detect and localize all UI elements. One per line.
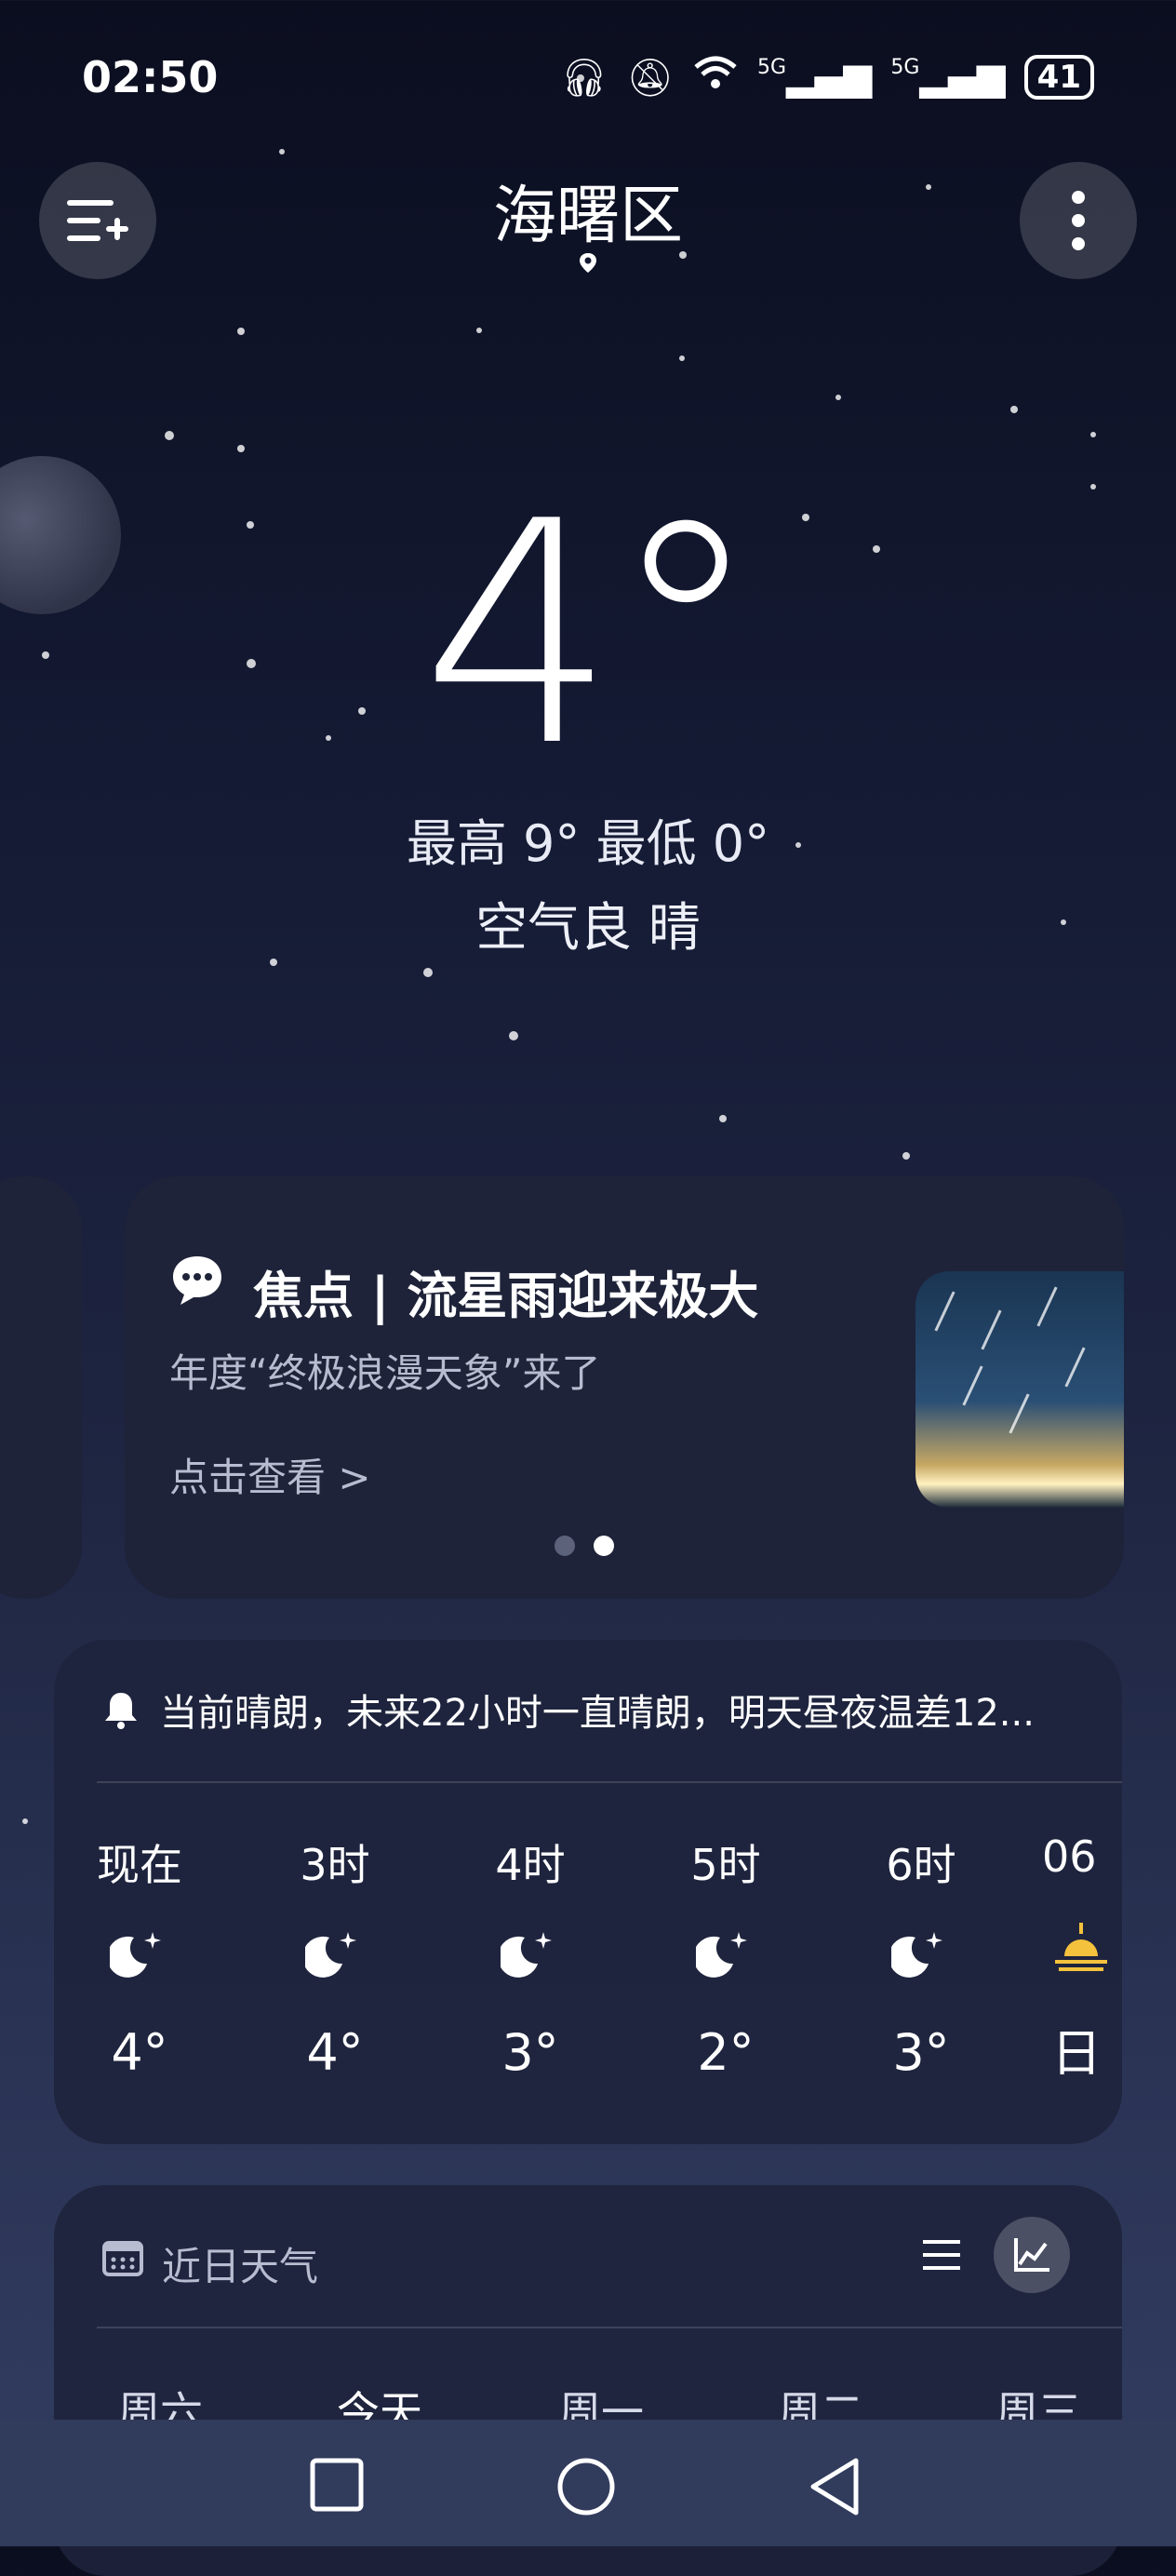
focus-title: 焦点 | 流星雨迎来极大 (253, 1267, 759, 1325)
battery-indicator: 41 (1023, 55, 1094, 100)
hour-column[interactable]: 现在 4° (74, 1831, 205, 2082)
mute-bell-icon: 🔕︎ (626, 56, 674, 100)
bell-icon (105, 1693, 137, 1729)
hour-column[interactable]: 3时 4° (270, 1831, 400, 2082)
moon-stars-icon (302, 1932, 356, 1978)
hour-column-partial[interactable]: 06 日 (1042, 1831, 1122, 2086)
air-quality-weather[interactable]: 空气良 晴 (0, 886, 1176, 961)
view-details-link[interactable]: 点击查看 > (169, 1446, 371, 1503)
recent-weather-title: 近日天气 (162, 2244, 319, 2289)
divider (97, 2327, 1122, 2328)
list-view-button[interactable] (903, 2217, 980, 2293)
navigation-bar (0, 2420, 1176, 2546)
weather-alert-text: 当前晴朗，未来22小时一直晴朗，明天昼夜温差12... (160, 1692, 1035, 1735)
calendar-icon (102, 2241, 143, 2276)
chart-view-button[interactable] (994, 2217, 1070, 2293)
previous-card-peek[interactable] (0, 1176, 82, 1599)
recents-square-icon[interactable] (309, 2457, 365, 2513)
hour-column[interactable]: 6时 3° (856, 1831, 986, 2082)
signal-5g-1: 5G▂▄▆ (756, 56, 873, 99)
moon-stars-icon (107, 1932, 161, 1978)
list-icon (923, 2240, 960, 2270)
back-triangle-icon[interactable] (808, 2457, 863, 2516)
moon-stars-icon (889, 1932, 942, 1978)
sunrise-icon (1055, 1923, 1107, 1971)
line-chart-icon (1014, 2238, 1049, 2272)
moon-stars-icon (498, 1932, 552, 1978)
carousel-dot-2-active[interactable] (594, 1536, 614, 1556)
divider (97, 1781, 1122, 1783)
hourly-forecast-card: 当前晴朗，未来22小时一直晴朗，明天昼夜温差12... 现在 4° 3时 4° … (54, 1640, 1122, 2144)
temperature-range: 最高 9° 最低 0° (406, 814, 770, 873)
focus-subtitle: 年度“终极浪漫天象”来了 (169, 1350, 601, 1396)
status-bar: 02:50 🎧︎ 🔕︎ 5G▂▄▆ 5G▂▄▆ 41 (82, 45, 1094, 104)
moon-stars-icon (693, 1932, 747, 1978)
headphones-icon: 🎧︎ (560, 56, 608, 100)
hour-column[interactable]: 4时 3° (465, 1831, 595, 2082)
hour-column[interactable]: 5时 2° (661, 1831, 791, 2082)
carousel-indicator (555, 1536, 614, 1556)
location-title[interactable]: 海曙区 (0, 164, 1176, 256)
status-icons: 🎧︎ 🔕︎ 5G▂▄▆ 5G▂▄▆ 41 (560, 54, 1094, 101)
location-pin-icon (580, 253, 596, 273)
status-time: 02:50 (82, 52, 219, 102)
weather-alert-row[interactable]: 当前晴朗，未来22小时一直晴朗，明天昼夜温差12... (100, 1683, 1035, 1737)
chat-bubble-icon (173, 1256, 221, 1305)
meteor-shower-image (915, 1271, 1124, 1508)
focus-news-card[interactable]: 焦点 | 流星雨迎来极大 年度“终极浪漫天象”来了 点击查看 > (125, 1176, 1124, 1599)
carousel-dot-1[interactable] (555, 1536, 575, 1556)
signal-5g-2: 5G▂▄▆ (890, 56, 1006, 99)
current-temperature: 4° (421, 456, 763, 813)
wifi-icon (692, 54, 739, 101)
home-circle-icon[interactable] (556, 2457, 616, 2516)
